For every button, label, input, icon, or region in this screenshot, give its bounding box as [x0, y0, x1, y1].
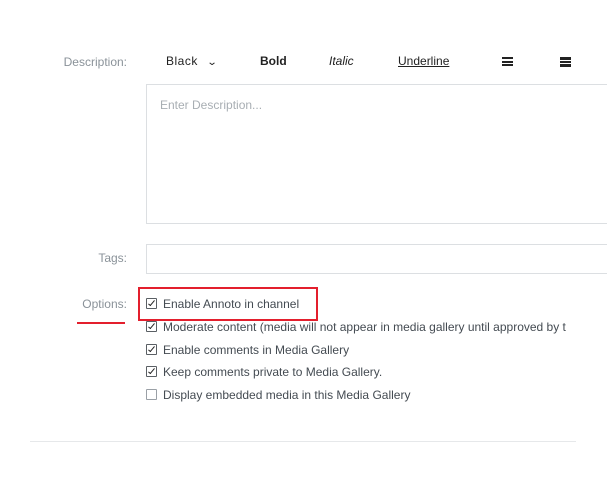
option-label: Enable comments in Media Gallery [163, 343, 350, 357]
checkbox-unchecked[interactable] [146, 389, 157, 400]
tags-input[interactable] [147, 245, 607, 273]
underline-button[interactable]: Underline [398, 52, 449, 70]
italic-button[interactable]: Italic [329, 52, 354, 70]
option-label: Display embedded media in this Media Gal… [163, 388, 411, 402]
description-input[interactable] [147, 85, 607, 223]
checkbox-checked[interactable] [146, 344, 157, 355]
tags-label: Tags: [98, 251, 127, 265]
options-label: Options: [82, 297, 127, 311]
checkbox-checked[interactable] [146, 321, 157, 332]
checkbox-checked[interactable] [146, 366, 157, 377]
bulleted-list-button[interactable] [502, 52, 513, 71]
option-label: Moderate content (media will not appear … [163, 320, 566, 334]
option-label: Keep comments private to Media Gallery. [163, 365, 383, 379]
option-display-embedded[interactable]: Display embedded media in this Media Gal… [146, 387, 410, 403]
section-divider [30, 441, 576, 442]
option-moderate-content[interactable]: Moderate content (media will not appear … [146, 319, 566, 335]
description-label: Description: [63, 55, 127, 69]
description-field-wrapper [146, 84, 607, 224]
option-enable-comments[interactable]: Enable comments in Media Gallery [146, 342, 349, 358]
options-underline-annotation [77, 322, 125, 324]
option-private-comments[interactable]: Keep comments private to Media Gallery. [146, 364, 382, 380]
list-icon [502, 57, 513, 66]
font-color-value: Black [166, 54, 198, 68]
list-thick-icon [560, 57, 571, 67]
font-color-dropdown[interactable]: Black ⌄ [166, 52, 217, 72]
tags-field-wrapper [146, 244, 607, 274]
highlight-box-annotation [138, 287, 318, 321]
chevron-down-icon: ⌄ [206, 57, 219, 68]
numbered-list-button[interactable] [560, 52, 571, 71]
bold-button[interactable]: Bold [260, 52, 287, 70]
